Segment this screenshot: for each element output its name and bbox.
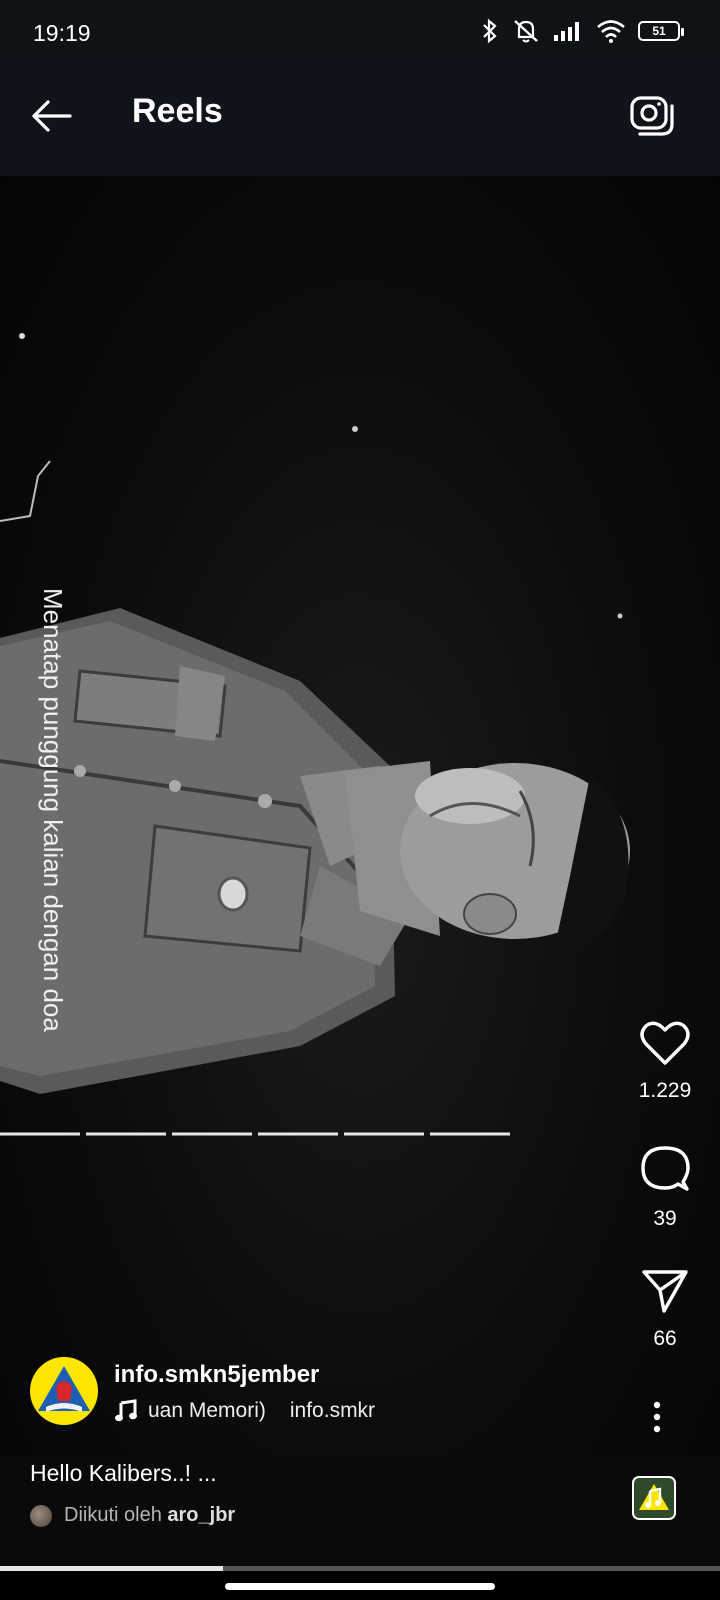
music-artist: info.smkr: [289, 1399, 376, 1422]
video-frame-image: [0, 333, 630, 1136]
music-note-icon: [115, 1399, 137, 1422]
page-title: Reels: [132, 92, 223, 130]
followed-prefix: Diikuti oleh: [64, 1504, 162, 1526]
signal-icon: [554, 22, 579, 41]
avatar[interactable]: [30, 1357, 98, 1425]
comment-count: 39: [653, 1207, 677, 1230]
reel-video[interactable]: Menatap punggung kalian dengan doa: [0, 176, 720, 1456]
video-overlay-text: Menatap punggung kalian dengan doa: [38, 588, 68, 1032]
like-count: 1.229: [638, 1079, 692, 1102]
music-title: uan Memori): [148, 1399, 266, 1422]
wifi-icon: [597, 20, 625, 43]
author-info: info.smkn5jember uan Memori) info.smkr: [30, 1357, 630, 1427]
audio-thumbnail-icon: [639, 1484, 669, 1510]
audio-thumbnail[interactable]: [632, 1476, 676, 1520]
caption-text[interactable]: Hello Kalibers..! ...: [30, 1460, 217, 1487]
reels-header: Reels: [0, 62, 720, 176]
home-indicator[interactable]: [225, 1583, 495, 1590]
comment-icon: [641, 1146, 690, 1191]
followed-by[interactable]: Diikuti oleh aro_jbr: [30, 1504, 235, 1527]
video-progress-fill: [0, 1566, 224, 1571]
more-icon[interactable]: [642, 1400, 672, 1434]
camera-icon[interactable]: [628, 90, 676, 138]
status-icons: 51: [480, 18, 684, 44]
video-progress-bar[interactable]: [0, 1566, 720, 1571]
followed-user: aro_jbr: [167, 1504, 236, 1526]
follower-avatar: [30, 1504, 52, 1527]
author-username[interactable]: info.smkn5jember: [114, 1361, 319, 1389]
status-bar: 19:19 51: [0, 0, 720, 62]
caption-area: Hello Kalibers..! ... Diikuti oleh aro_j…: [0, 1456, 720, 1566]
back-arrow-icon[interactable]: [28, 92, 76, 140]
like-button[interactable]: 1.229: [610, 1020, 720, 1103]
bluetooth-icon: [483, 18, 497, 44]
status-time: 19:19: [33, 20, 91, 46]
comment-button[interactable]: 39: [610, 1144, 720, 1231]
share-button[interactable]: 66: [610, 1268, 720, 1351]
music-info[interactable]: uan Memori) info.smkr: [114, 1399, 375, 1423]
battery-indicator: 51: [638, 21, 684, 41]
share-count: 66: [653, 1327, 677, 1350]
send-icon: [642, 1270, 688, 1313]
heart-icon: [640, 1021, 690, 1065]
mute-bell-icon: [514, 20, 538, 43]
school-logo-icon: [38, 1366, 90, 1412]
